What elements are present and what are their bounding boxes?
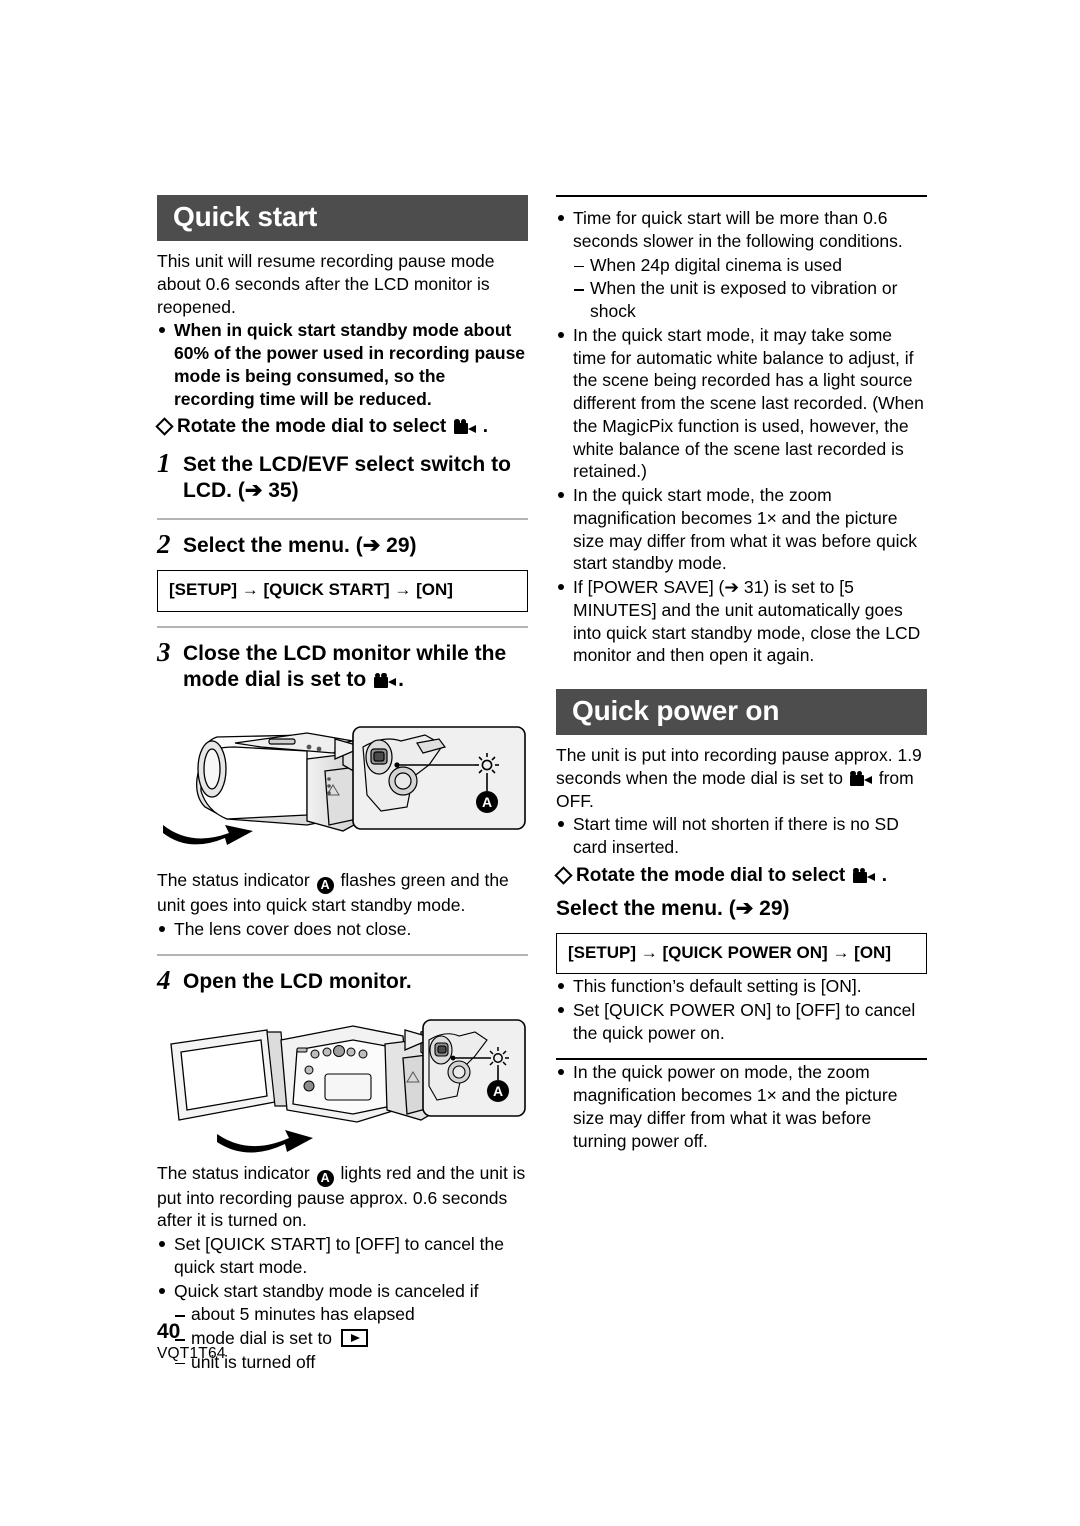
step-1-text: Set the LCD/EVF select switch to LCD. (➔… (183, 453, 511, 503)
list-item: This function’s default setting is [ON]. (556, 975, 927, 998)
camcorder-open-illustration: A (170, 1018, 526, 1153)
camcorder-mode-icon (849, 770, 872, 786)
diamond-bullet-icon (155, 417, 174, 437)
camcorder-mode-icon (374, 672, 397, 688)
step-4-text: Open the LCD monitor. (183, 970, 412, 994)
list-item: Set [QUICK POWER ON] to [OFF] to cancel … (556, 999, 927, 1045)
two-column-layout: Quick start This unit will resume record… (155, 195, 928, 1374)
rotate-mode-dial-prompt: Rotate the mode dial to select . (554, 864, 927, 888)
page-number: 40 (157, 1320, 181, 1343)
figure1-bullets: The lens cover does not close. (157, 918, 528, 941)
camcorder-mode-icon (852, 867, 875, 883)
quick-power-on-final-notes: In the quick power on mode, the zoom mag… (556, 1061, 927, 1152)
list-item: When in quick start standby mode about 6… (157, 319, 528, 410)
menu-path-quick-start: [SETUP] → [QUICK START] → [ON] (157, 570, 528, 612)
figure2-caption: The status indicator A lights red and th… (157, 1162, 528, 1233)
rotate-dial-label: Rotate the mode dial to select (177, 416, 447, 438)
list-item: about 5 minutes has elapsed (174, 1303, 528, 1326)
select-menu-heading: Select the menu. (➔ 29) (556, 896, 790, 920)
note-sub-list: When 24p digital cinema is used When the… (573, 254, 927, 323)
list-item: When the unit is exposed to vibration or… (573, 277, 927, 323)
right-column: Time for quick start will be more than 0… (554, 195, 927, 1152)
camcorder-mode-icon (453, 419, 476, 435)
quick-start-notes: Time for quick start will be more than 0… (556, 207, 927, 667)
quick-start-intro-bullets: When in quick start standby mode about 6… (157, 319, 528, 410)
figure-open-lcd-monitor: A (157, 1010, 528, 1160)
list-item: Start time will not shorten if there is … (556, 813, 927, 859)
divider (556, 1058, 927, 1061)
divider (157, 518, 528, 521)
diamond-bullet-icon (554, 866, 573, 885)
playback-mode-icon (340, 1329, 368, 1348)
status-indicator-badge-icon: A (316, 876, 334, 894)
cancel-conditions: about 5 minutes has elapsed mode dial is… (174, 1303, 528, 1373)
step-4: 4 Open the LCD monitor. (157, 966, 528, 995)
document-code: VQT1T64 (157, 1345, 226, 1363)
list-item: When 24p digital cinema is used (573, 254, 927, 277)
step-1-number: 1 (157, 448, 171, 479)
list-item: The lens cover does not close. (157, 918, 528, 941)
step-3-text-before: Close the LCD monitor while the mode dia… (183, 641, 507, 691)
quick-power-on-intro-bullets: Start time will not shorten if there is … (556, 813, 927, 859)
svg-text:A: A (493, 1083, 503, 1099)
section-header-quick-power-on: Quick power on (556, 689, 927, 736)
list-item: Set [QUICK START] to [OFF] to cancel the… (157, 1233, 528, 1279)
cancel-lead-label: Quick start standby mode is canceled if (174, 1280, 479, 1301)
list-item: Time for quick start will be more than 0… (556, 207, 927, 323)
rotate-dial-label: Rotate the mode dial to select (576, 864, 846, 886)
note-text: Time for quick start will be more than 0… (573, 208, 903, 251)
list-item: In the quick start mode, the zoom magnif… (556, 484, 927, 575)
rotate-dial-suffix: . (881, 864, 888, 886)
step-2: 2 Select the menu. (➔ 29) (157, 530, 528, 559)
figure1-caption: The status indicator A flashes green and… (157, 869, 528, 917)
left-column: Quick start This unit will resume record… (155, 195, 528, 1374)
list-item: In the quick start mode, it may take som… (556, 324, 927, 483)
step-2-number: 2 (157, 529, 171, 560)
step-1: 1 Set the LCD/EVF select switch to LCD. … (157, 449, 528, 504)
step-3-number: 3 (157, 636, 171, 667)
step-3-text: Close the LCD monitor while the mode dia… (183, 638, 528, 693)
list-item: unit is turned off (174, 1351, 528, 1374)
step-3-text-after: . (398, 667, 404, 691)
quick-start-intro-paragraph: This unit will resume recording pause mo… (157, 251, 495, 317)
step-2-text: Select the menu. (➔ 29) (183, 534, 417, 558)
page-footer: 40 VQT1T64 (157, 1320, 226, 1363)
svg-text:A: A (482, 794, 492, 810)
menu-path-quick-power-on: [SETUP] → [QUICK POWER ON] → [ON] (556, 932, 927, 975)
divider (157, 954, 528, 957)
status-indicator-badge-icon: A (316, 1169, 334, 1187)
quick-power-on-intro: The unit is put into recording pause app… (556, 744, 927, 812)
step-3: 3 Close the LCD monitor while the mode d… (157, 636, 528, 693)
camcorder-closed-illustration: A (163, 726, 526, 845)
rotate-dial-suffix: . (482, 416, 489, 438)
divider (157, 625, 528, 628)
manual-page: Quick start This unit will resume record… (155, 195, 928, 1374)
figure1-caption-before: The status indicator (157, 869, 310, 890)
rotate-mode-dial-prompt: Rotate the mode dial to select . (155, 415, 528, 439)
figure2-caption-before: The status indicator (157, 1162, 310, 1183)
list-item: If [POWER SAVE] (➔ 31) is set to [5 MINU… (556, 576, 927, 667)
section-header-quick-start: Quick start (157, 195, 528, 242)
step-4-number: 4 (157, 965, 171, 996)
list-item: In the quick power on mode, the zoom mag… (556, 1061, 927, 1152)
quick-power-on-notes: This function’s default setting is [ON].… (556, 975, 927, 1044)
figure-close-lcd-monitor: A (157, 707, 528, 867)
list-item: mode dial is set to (174, 1327, 528, 1350)
divider (556, 195, 927, 197)
